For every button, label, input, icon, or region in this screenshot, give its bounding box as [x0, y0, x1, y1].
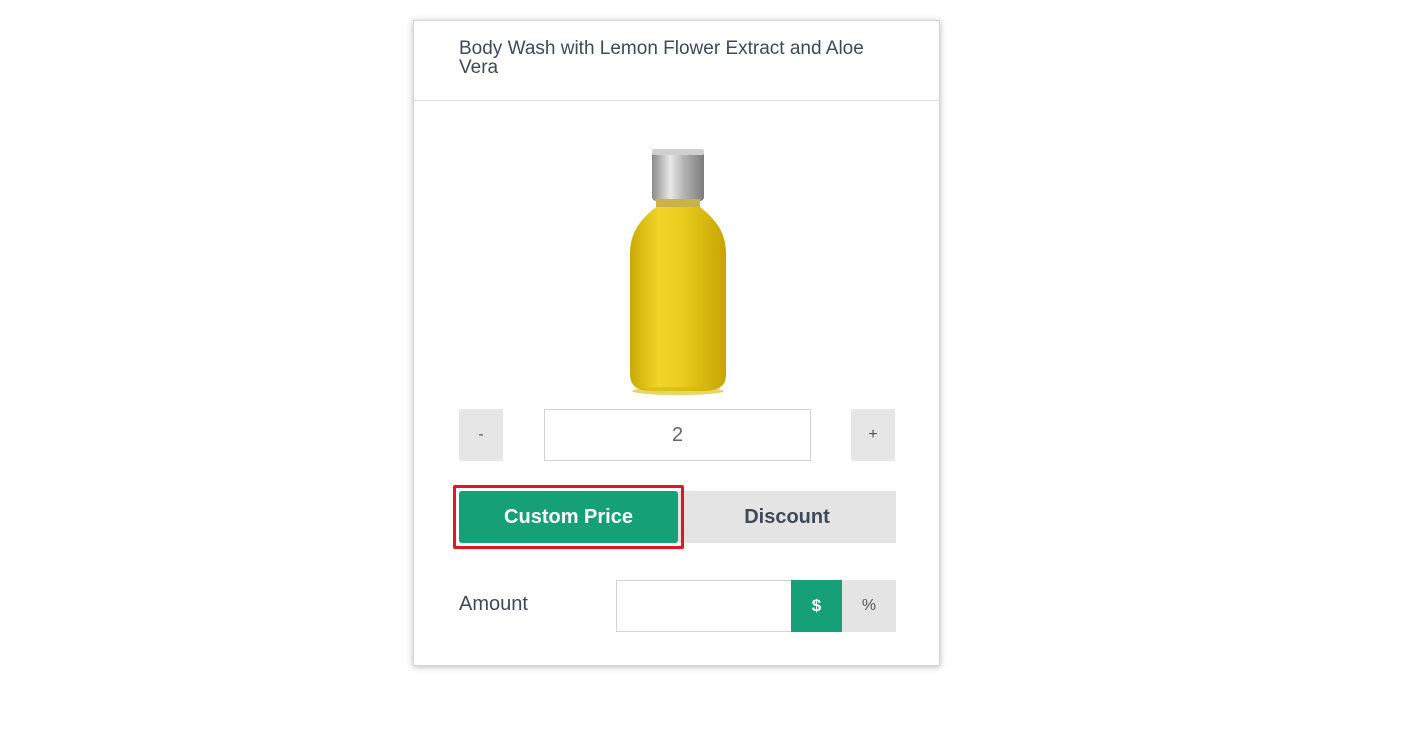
- amount-label: Amount: [459, 593, 528, 615]
- product-image: [630, 149, 726, 395]
- card-header: Body Wash with Lemon Flower Extract and …: [414, 21, 939, 101]
- quantity-input[interactable]: [544, 409, 811, 461]
- amount-input[interactable]: [616, 580, 792, 632]
- price-mode-toggle: Custom Price Discount: [459, 491, 896, 543]
- currency-toggle-button[interactable]: $: [791, 580, 842, 632]
- custom-price-button[interactable]: Custom Price: [459, 491, 678, 543]
- quantity-decrease-button[interactable]: -: [459, 409, 503, 461]
- quantity-increase-button[interactable]: +: [851, 409, 895, 461]
- percent-toggle-button[interactable]: %: [842, 580, 896, 632]
- discount-button[interactable]: Discount: [678, 491, 896, 543]
- product-card: Body Wash with Lemon Flower Extract and …: [413, 20, 940, 666]
- product-title: Body Wash with Lemon Flower Extract and …: [459, 38, 864, 78]
